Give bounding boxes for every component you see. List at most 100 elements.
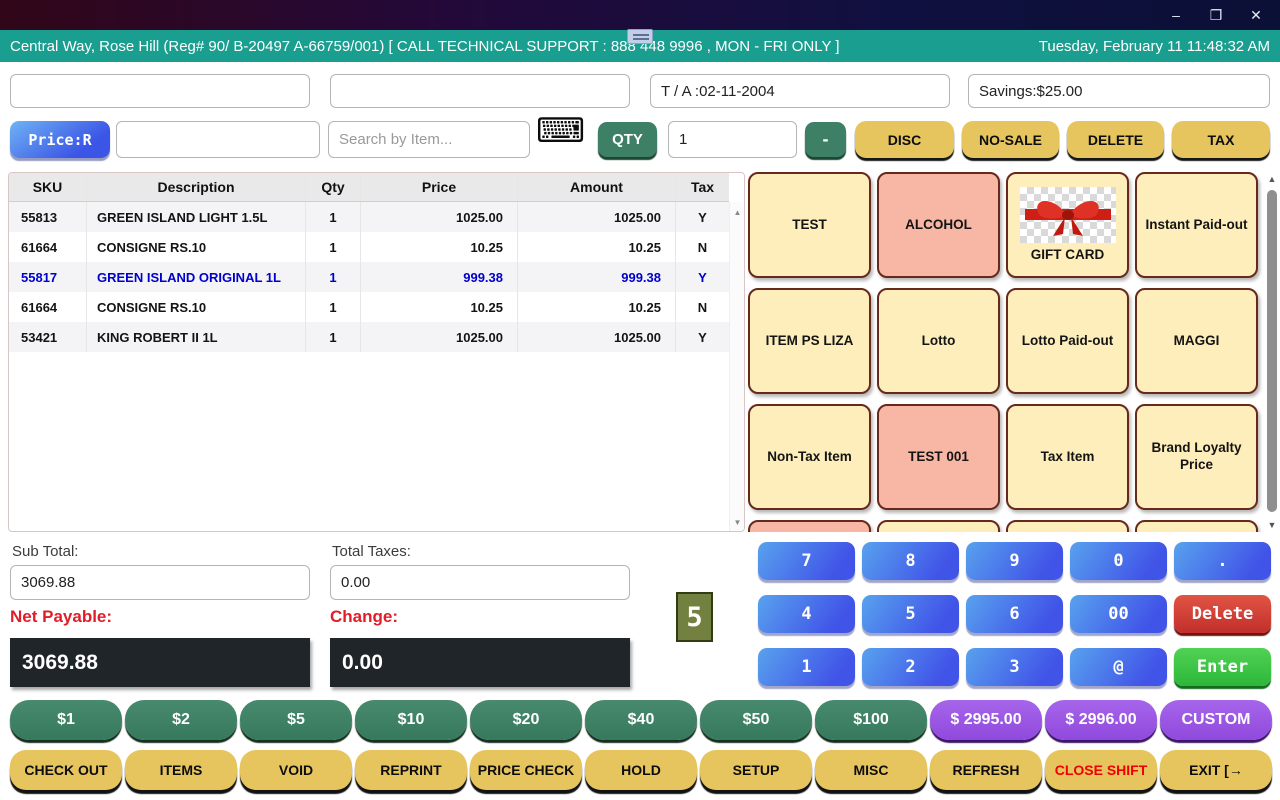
keypad-key[interactable]: Enter: [1174, 648, 1271, 686]
product-tile-label: Tax Item: [1040, 448, 1095, 464]
keypad-key[interactable]: Delete: [1174, 595, 1271, 633]
tender-button[interactable]: $20: [470, 700, 582, 740]
no-sale-button[interactable]: NO-SALE: [962, 121, 1059, 158]
minus-button[interactable]: -: [805, 122, 846, 157]
product-tile[interactable]: [1006, 520, 1129, 532]
cell-tax: N: [697, 239, 708, 255]
function-button[interactable]: REFRESH: [930, 750, 1042, 790]
tender-button[interactable]: $50: [700, 700, 812, 740]
product-tile[interactable]: TEST: [748, 172, 871, 278]
tender-button[interactable]: $40: [585, 700, 697, 740]
store-info-text: Central Way, Rose Hill (Reg# 90/ B-20497…: [10, 37, 840, 55]
scroll-up-icon[interactable]: ▲: [1266, 174, 1278, 184]
product-tile[interactable]: Lotto: [877, 288, 1000, 394]
product-tile-label: MAGGI: [1173, 332, 1220, 348]
scroll-down-icon[interactable]: ▼: [1266, 520, 1278, 530]
product-tile[interactable]: Brand Loyalty Price: [1135, 404, 1258, 510]
qty-input[interactable]: [668, 121, 797, 158]
function-button[interactable]: MISC: [815, 750, 927, 790]
product-tile-label: Instant Paid-out: [1145, 216, 1248, 232]
table-row[interactable]: 53421 KING ROBERT II 1L 1 1025.00 1025.0…: [9, 322, 729, 352]
table-row[interactable]: 61664 CONSIGNE RS.10 1 10.25 10.25 N: [9, 232, 729, 262]
table-scrollbar[interactable]: ▲ ▼: [729, 202, 744, 531]
keypad-key[interactable]: 7: [758, 542, 855, 580]
keypad-key[interactable]: 0: [1070, 542, 1167, 580]
keypad-key[interactable]: 6: [966, 595, 1063, 633]
table-row[interactable]: 61664 CONSIGNE RS.10 1 10.25 10.25 N: [9, 292, 729, 322]
qty-button[interactable]: QTY: [598, 122, 657, 157]
function-button[interactable]: PRICE CHECK: [470, 750, 582, 790]
cell-qty: 1: [306, 322, 361, 352]
product-tile[interactable]: [877, 520, 1000, 532]
keypad-key[interactable]: 9: [966, 542, 1063, 580]
disc-button[interactable]: DISC: [855, 121, 954, 158]
function-button[interactable]: CHECK OUT: [10, 750, 122, 790]
price-mode-button[interactable]: Price:R: [10, 121, 110, 158]
search-input[interactable]: [328, 121, 530, 158]
product-tile[interactable]: [1135, 520, 1258, 532]
restore-icon[interactable]: ❐: [1200, 3, 1232, 27]
total-taxes-field[interactable]: [330, 565, 630, 600]
minimize-icon[interactable]: –: [1160, 3, 1192, 27]
tender-button[interactable]: $10: [355, 700, 467, 740]
product-tile[interactable]: Lotto Paid-out: [1006, 288, 1129, 394]
product-tile[interactable]: Non-Tax Item: [748, 404, 871, 510]
touch-keyboard-icon[interactable]: [627, 29, 653, 44]
product-tile[interactable]: MAGGI: [1135, 288, 1258, 394]
item-code-input[interactable]: [116, 121, 320, 158]
table-header-cell: SKU: [9, 173, 87, 201]
tender-button[interactable]: $100: [815, 700, 927, 740]
product-tile[interactable]: Tax Item: [1006, 404, 1129, 510]
function-button[interactable]: VOID: [240, 750, 352, 790]
transaction-date-field[interactable]: [650, 74, 950, 108]
tender-button[interactable]: $ 2995.00: [930, 700, 1042, 740]
keypad-key[interactable]: 4: [758, 595, 855, 633]
keypad-key[interactable]: .: [1174, 542, 1271, 580]
scroll-up-icon[interactable]: ▲: [730, 208, 744, 217]
input-field-2[interactable]: [330, 74, 630, 108]
product-tile[interactable]: ALCOHOL: [877, 172, 1000, 278]
function-button-label: REFRESH: [952, 762, 1020, 778]
table-row[interactable]: 55817 GREEN ISLAND ORIGINAL 1L 1 999.38 …: [9, 262, 729, 292]
keypad-key[interactable]: 8: [862, 542, 959, 580]
product-tile[interactable]: ITEM PS LIZA: [748, 288, 871, 394]
keypad-key[interactable]: 2: [862, 648, 959, 686]
product-tile[interactable]: Instant Paid-out: [1135, 172, 1258, 278]
tender-button[interactable]: $2: [125, 700, 237, 740]
product-tile[interactable]: GIFT CARD: [1006, 172, 1129, 278]
table-row[interactable]: 55813 GREEN ISLAND LIGHT 1.5L 1 1025.00 …: [9, 202, 729, 232]
function-button-label: CLOSE SHIFT: [1054, 762, 1148, 778]
subtotal-field[interactable]: [10, 565, 310, 600]
product-tile-label: ALCOHOL: [905, 216, 972, 232]
tender-button[interactable]: CUSTOM: [1160, 700, 1272, 740]
keypad-key[interactable]: 5: [862, 595, 959, 633]
keypad-key[interactable]: 1: [758, 648, 855, 686]
tax-button[interactable]: TAX: [1172, 121, 1270, 158]
keypad-key[interactable]: @: [1070, 648, 1167, 686]
function-button[interactable]: EXIT: [1160, 750, 1272, 790]
product-tile-label: ITEM PS LIZA: [765, 332, 854, 348]
change-label: Change:: [330, 607, 398, 626]
tender-button[interactable]: $1: [10, 700, 122, 740]
product-tile[interactable]: [748, 520, 871, 532]
delete-button[interactable]: DELETE: [1067, 121, 1164, 158]
function-button[interactable]: CLOSE SHIFT: [1045, 750, 1157, 790]
keypad-key[interactable]: 3: [966, 648, 1063, 686]
cell-amount: 1025.00: [518, 322, 676, 352]
close-icon[interactable]: ✕: [1240, 3, 1272, 27]
input-field-1[interactable]: [10, 74, 310, 108]
keyboard-icon[interactable]: ⌨: [536, 114, 585, 148]
table-header-cell: Amount: [518, 173, 676, 201]
scroll-down-icon[interactable]: ▼: [730, 518, 744, 527]
tender-button[interactable]: $5: [240, 700, 352, 740]
keypad-key[interactable]: 00: [1070, 595, 1167, 633]
function-button[interactable]: HOLD: [585, 750, 697, 790]
product-tile[interactable]: TEST 001: [877, 404, 1000, 510]
grid-scrollbar[interactable]: ▲ ▼: [1266, 172, 1278, 532]
tender-button[interactable]: $ 2996.00: [1045, 700, 1157, 740]
function-button[interactable]: REPRINT: [355, 750, 467, 790]
scrollbar-thumb[interactable]: [1267, 190, 1277, 512]
function-button[interactable]: SETUP: [700, 750, 812, 790]
function-button[interactable]: ITEMS: [125, 750, 237, 790]
savings-field[interactable]: [968, 74, 1270, 108]
